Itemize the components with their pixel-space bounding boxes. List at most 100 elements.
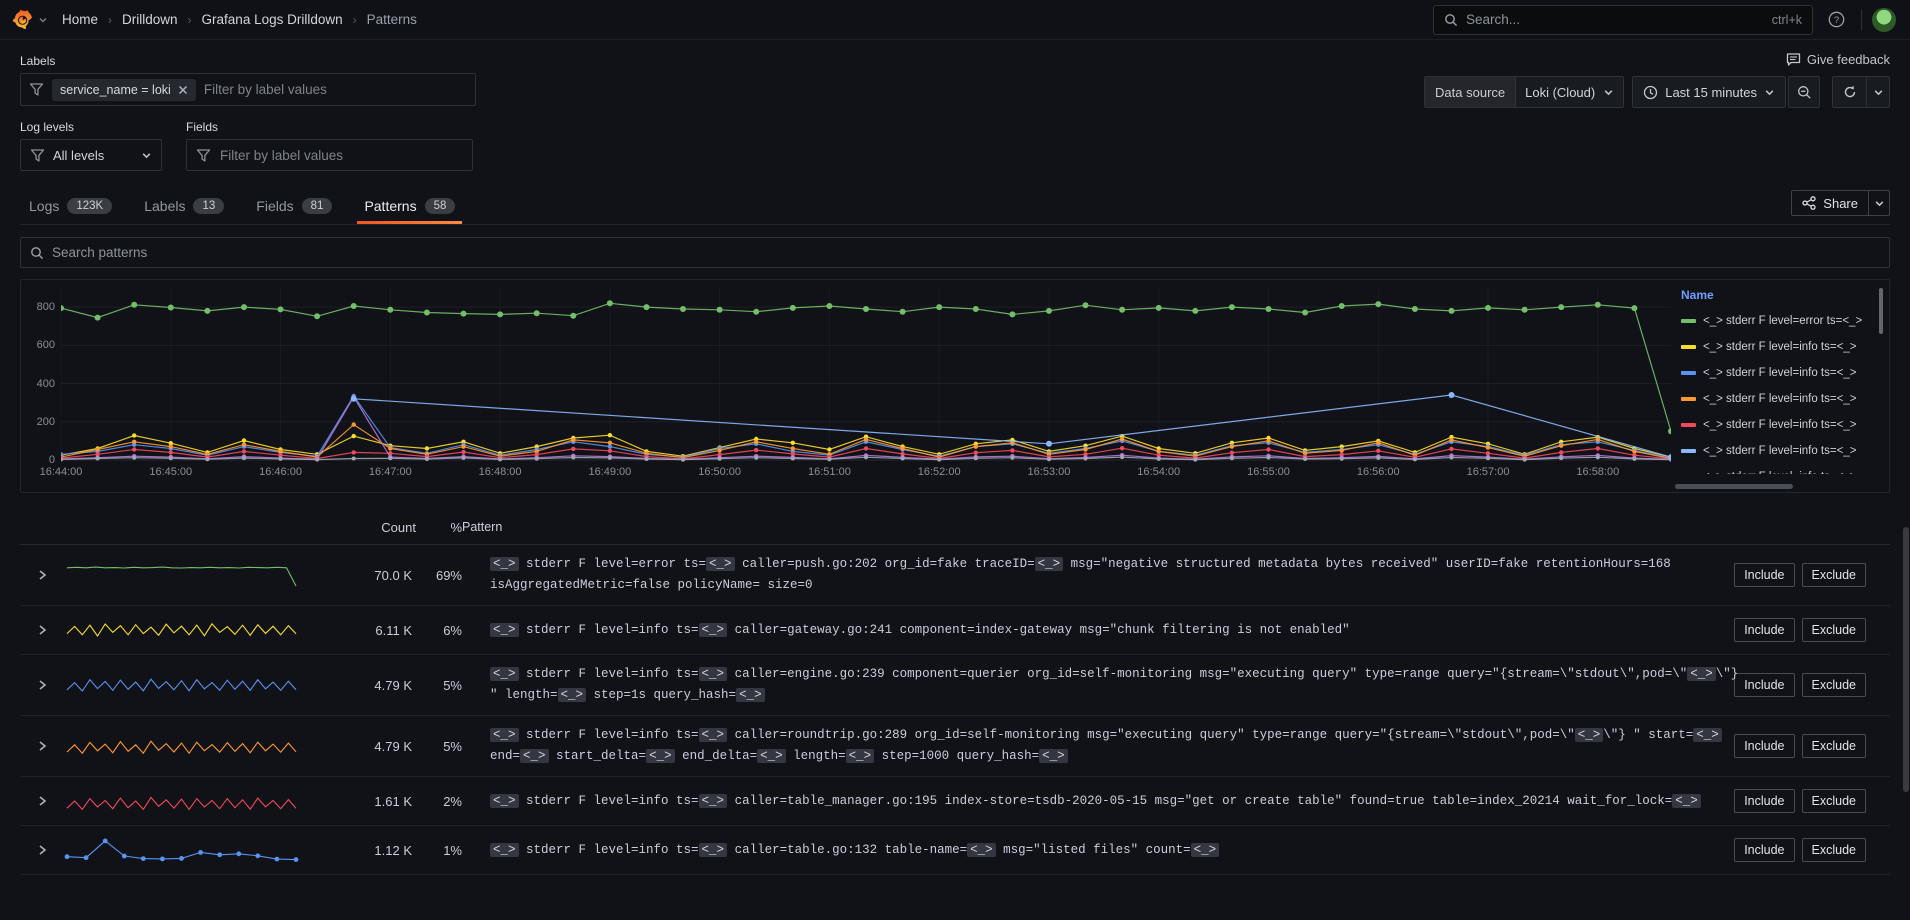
- expand-row-button[interactable]: [20, 615, 64, 645]
- breadcrumb-item-home[interactable]: Home: [62, 12, 98, 27]
- page-vertical-scrollbar[interactable]: [1903, 527, 1909, 792]
- expand-row-button[interactable]: [20, 835, 64, 865]
- percent-header: %: [416, 520, 462, 535]
- label-filter-chip[interactable]: service_name = loki: [52, 79, 196, 101]
- x-axis-tick: 16:47:00: [369, 466, 412, 478]
- refresh-icon: [1843, 85, 1857, 99]
- close-icon[interactable]: [178, 85, 188, 95]
- legend-series-color: [1681, 345, 1696, 349]
- tab-logs[interactable]: Logs 123K: [20, 191, 121, 224]
- y-axis-tick: 0: [21, 454, 55, 466]
- fields-title: Fields: [186, 120, 473, 134]
- tab-patterns[interactable]: Patterns58: [355, 191, 464, 224]
- global-search[interactable]: ctrl+k: [1433, 5, 1813, 35]
- legend-item[interactable]: <_> stderr F level=info ts=<_>: [1673, 360, 1883, 386]
- legend-name-header[interactable]: Name: [1681, 288, 1883, 302]
- topnav-right: ctrl+k ?: [1433, 5, 1896, 35]
- legend-series-label: <_> stderr F level=info ts=<_>: [1703, 419, 1856, 431]
- x-axis-tick: 16:44:00: [40, 466, 83, 478]
- include-button[interactable]: Include: [1734, 734, 1794, 758]
- legend-item[interactable]: <_> stderr F level=error ts=<_>: [1673, 308, 1883, 334]
- refresh-button[interactable]: [1833, 77, 1867, 107]
- give-feedback-link[interactable]: Give feedback: [1786, 52, 1890, 67]
- legend-item[interactable]: <_> stderr F level=info ts=<_>: [1673, 464, 1883, 474]
- legend-item[interactable]: <_> stderr F level=info ts=<_>: [1673, 334, 1883, 360]
- chevron-down-icon: [141, 150, 152, 161]
- refresh-interval-chevron-down-icon[interactable]: [1867, 77, 1889, 107]
- datasource-label: Data source: [1425, 77, 1516, 107]
- breadcrumb-separator: ›: [353, 13, 357, 27]
- legend-item[interactable]: <_> stderr F level=info ts=<_>: [1673, 386, 1883, 412]
- exclude-button[interactable]: Exclude: [1802, 789, 1866, 813]
- x-axis-tick: 16:48:00: [479, 466, 522, 478]
- legend-item[interactable]: <_> stderr F level=info ts=<_>: [1673, 438, 1883, 464]
- chevron-down-icon: [1764, 87, 1775, 98]
- labels-title: Labels: [20, 54, 476, 68]
- share-chevron-down-icon[interactable]: [1868, 190, 1890, 216]
- exclude-button[interactable]: Exclude: [1802, 734, 1866, 758]
- pattern-count: 4.79 K: [316, 669, 416, 702]
- pattern-wildcard-token: <_>: [736, 688, 765, 702]
- exclude-button[interactable]: Exclude: [1802, 838, 1866, 862]
- include-button[interactable]: Include: [1734, 673, 1794, 697]
- fields-filter-input[interactable]: Filter by label values: [186, 139, 473, 171]
- datasource-picker[interactable]: Data source Loki (Cloud): [1424, 76, 1624, 108]
- pattern-percent: 5%: [416, 669, 462, 702]
- legend-series-label: <_> stderr F level=info ts=<_>: [1703, 393, 1856, 405]
- org-switcher-chevron-down-icon[interactable]: [38, 15, 48, 25]
- chevron-down-icon: [1603, 87, 1614, 98]
- zoom-out-button[interactable]: [1788, 76, 1820, 108]
- svg-text:?: ?: [1833, 15, 1838, 26]
- pattern-percent: 69%: [416, 559, 462, 592]
- pattern-percent: 5%: [416, 730, 462, 763]
- pattern-count: 6.11 K: [316, 614, 416, 647]
- pattern-sparkline: [64, 826, 316, 874]
- tab-label: Logs: [29, 198, 59, 214]
- tab-labels[interactable]: Labels13: [135, 191, 233, 224]
- exclude-button[interactable]: Exclude: [1802, 618, 1866, 642]
- fields-filter-group: Fields Filter by label values: [186, 120, 473, 171]
- pattern-text: <_> stderr F level=info ts=<_> caller=ga…: [462, 611, 1740, 650]
- legend-item[interactable]: <_> stderr F level=info ts=<_>: [1673, 412, 1883, 438]
- exclude-button[interactable]: Exclude: [1802, 563, 1866, 587]
- x-axis-tick: 16:51:00: [808, 466, 851, 478]
- legend-vertical-scrollbar[interactable]: [1879, 288, 1883, 334]
- user-avatar[interactable]: [1872, 8, 1896, 32]
- tab-count-badge: 123K: [67, 198, 112, 214]
- pattern-wildcard-token: <_>: [1191, 843, 1220, 857]
- patterns-search[interactable]: [20, 237, 1890, 268]
- search-icon: [1444, 13, 1458, 27]
- breadcrumb-item-drilldown[interactable]: Drilldown: [122, 12, 178, 27]
- funnel-icon: [29, 82, 44, 97]
- x-axis-tick: 16:46:00: [259, 466, 302, 478]
- time-range-picker[interactable]: Last 15 minutes: [1632, 76, 1786, 108]
- include-button[interactable]: Include: [1734, 563, 1794, 587]
- search-input[interactable]: [1466, 12, 1772, 27]
- patterns-timeseries-chart[interactable]: [61, 288, 1671, 462]
- expand-row-button[interactable]: [20, 560, 64, 590]
- x-axis-tick: 16:45:00: [149, 466, 192, 478]
- exclude-button[interactable]: Exclude: [1802, 673, 1866, 697]
- expand-row-button[interactable]: [20, 731, 64, 761]
- include-button[interactable]: Include: [1734, 789, 1794, 813]
- patterns-search-input[interactable]: [52, 245, 1880, 260]
- tab-fields[interactable]: Fields81: [247, 191, 341, 224]
- x-axis-tick: 16:50:00: [698, 466, 741, 478]
- legend-series-color: [1681, 371, 1696, 375]
- share-icon: [1802, 196, 1816, 210]
- legend-horizontal-scrollbar[interactable]: [1675, 484, 1793, 489]
- help-icon[interactable]: ?: [1821, 5, 1851, 35]
- grafana-logo-icon[interactable]: [10, 8, 34, 32]
- expand-row-button[interactable]: [20, 670, 64, 700]
- pattern-count: 1.12 K: [316, 834, 416, 867]
- pattern-wildcard-token: <_>: [520, 749, 549, 763]
- labels-filter-input[interactable]: service_name = loki Filter by label valu…: [20, 73, 476, 106]
- pattern-count: 1.61 K: [316, 785, 416, 818]
- pattern-wildcard-token: <_>: [699, 843, 728, 857]
- include-button[interactable]: Include: [1734, 618, 1794, 642]
- share-button[interactable]: Share: [1791, 190, 1868, 216]
- breadcrumb-item-grafana-logs-drilldown[interactable]: Grafana Logs Drilldown: [202, 12, 343, 27]
- expand-row-button[interactable]: [20, 786, 64, 816]
- log-levels-select[interactable]: All levels: [20, 139, 162, 171]
- include-button[interactable]: Include: [1734, 838, 1794, 862]
